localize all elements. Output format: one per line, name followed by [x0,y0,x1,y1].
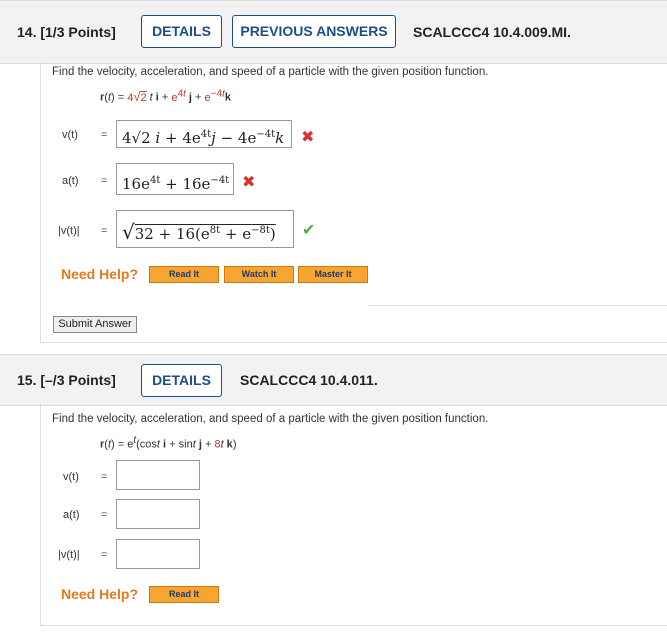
q14-speed-answer[interactable]: √32 + 16(e8t + e−8t) [116,210,294,248]
q14-previous-answers-button[interactable]: PREVIOUS ANSWERS [232,15,396,48]
q15-a-input[interactable] [116,499,200,529]
q15-speed-input[interactable] [116,539,200,569]
q14-master-it-button[interactable]: Master It [298,266,368,283]
q15-speed-equals: = [101,549,108,561]
q15-v-label: v(t) [63,471,79,483]
q14-read-it-button[interactable]: Read It [149,266,219,283]
q15-code: SCALCCC4 10.4.011. [240,372,378,388]
q14-number-text: 14. [17,24,37,40]
q15-v-equals: = [101,471,108,483]
q14-v-answer[interactable]: 4√2 i + 4e4tj − 4e−4tk [116,120,292,148]
q14-speed-equals: = [101,225,108,237]
q14-watch-it-button[interactable]: Watch It [224,266,294,283]
q15-number-text: 15. [17,372,37,388]
q14-a-equals: = [101,175,108,187]
q14-need-help: Need Help? [61,266,139,282]
q14-a-label: a(t) [62,175,79,187]
q14-v-equals: = [101,129,108,141]
q15-a-label: a(t) [63,509,80,521]
q15-need-help: Need Help? [61,586,139,602]
q15-number: 15. [–/3 Points] [17,372,116,388]
q15-v-input[interactable] [116,460,200,490]
q14-body [40,62,667,343]
wrong-x-icon: ✖ [301,129,315,146]
q15-a-equals: = [101,509,108,521]
q14-position-function: r(t) = 4√2 t i + e4t j + e−4tk [100,88,231,104]
correct-check-icon: ✔ [302,222,316,239]
q15-read-it-button[interactable]: Read It [149,586,219,603]
q15-prompt: Find the velocity, acceleration, and spe… [52,413,489,425]
q15-position-function: r(t) = et(cost i + sint j + 8t k) [100,435,237,451]
divider [368,305,667,306]
q14-prompt: Find the velocity, acceleration, and spe… [52,66,489,78]
q15-points: [–/3 Points] [40,372,116,388]
q14-details-button[interactable]: DETAILS [141,15,222,48]
q15-details-button[interactable]: DETAILS [141,364,222,397]
q15-speed-label: |v(t)| [58,549,80,561]
wrong-x-icon: ✖ [242,174,256,191]
q14-code: SCALCCC4 10.4.009.MI. [413,24,571,40]
q14-number: 14. [1/3 Points] [17,24,116,40]
q14-speed-label: |v(t)| [58,225,80,237]
q14-points: [1/3 Points] [40,24,116,40]
q14-a-answer[interactable]: 16e4t + 16e−4t [116,163,234,195]
submit-answer-button[interactable]: Submit Answer [53,316,137,333]
q14-v-label: v(t) [62,129,78,141]
